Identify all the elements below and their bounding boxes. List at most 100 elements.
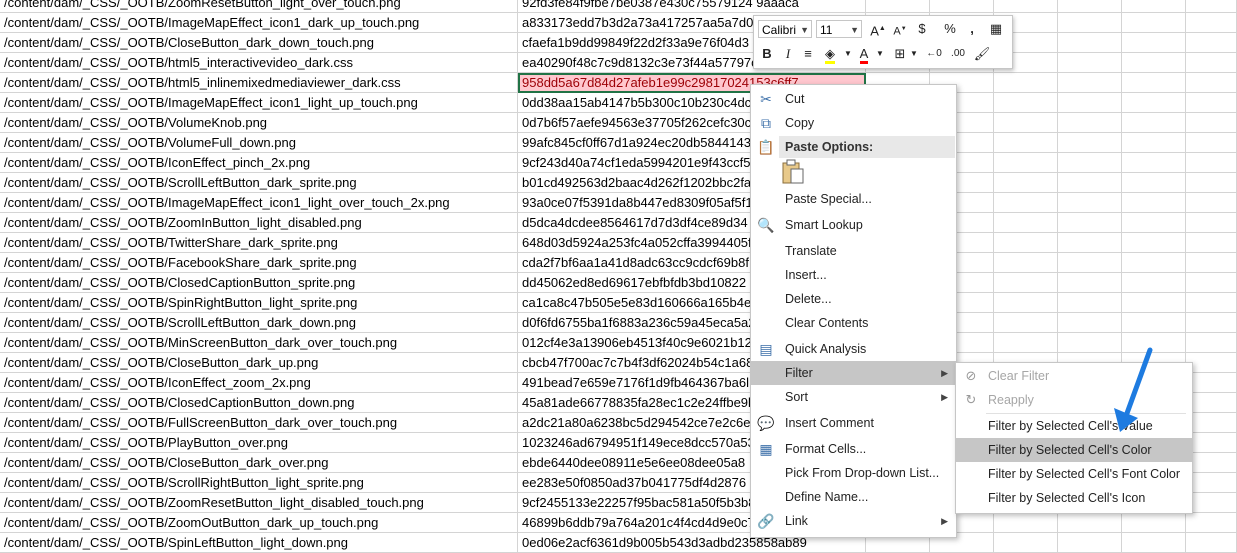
empty-cell[interactable]	[1122, 213, 1186, 233]
empty-cell[interactable]	[994, 513, 1058, 533]
empty-cell[interactable]	[994, 213, 1058, 233]
empty-cell[interactable]	[1122, 193, 1186, 213]
align-center-icon[interactable]: ≡	[798, 44, 818, 64]
path-cell[interactable]: /content/dam/_CSS/_OOTB/ImageMapEffect_i…	[0, 193, 518, 213]
fill-color-icon[interactable]: ◈	[820, 44, 840, 64]
empty-cell[interactable]	[994, 293, 1058, 313]
path-cell[interactable]: /content/dam/_CSS/_OOTB/html5_interactiv…	[0, 53, 518, 73]
empty-cell[interactable]	[994, 333, 1058, 353]
comma-style-icon[interactable]: ,	[962, 19, 982, 39]
empty-cell[interactable]	[994, 233, 1058, 253]
path-cell[interactable]: /content/dam/_CSS/_OOTB/ZoomResetButton_…	[0, 493, 518, 513]
path-cell[interactable]: /content/dam/_CSS/_OOTB/VolumeFull_down.…	[0, 133, 518, 153]
path-cell[interactable]: /content/dam/_CSS/_OOTB/MinScreenButton_…	[0, 333, 518, 353]
path-cell[interactable]: /content/dam/_CSS/_OOTB/ScrollLeftButton…	[0, 173, 518, 193]
empty-cell[interactable]	[1122, 253, 1186, 273]
empty-cell[interactable]	[994, 0, 1058, 13]
increase-font-icon[interactable]: A▲	[868, 19, 888, 39]
chevron-down-icon[interactable]: ▼	[800, 21, 809, 39]
empty-cell[interactable]	[1186, 333, 1237, 353]
menu-item-translate[interactable]: Translate	[751, 239, 956, 263]
menu-item-insert[interactable]: Insert...	[751, 263, 956, 287]
empty-cell[interactable]	[1122, 0, 1186, 13]
empty-cell[interactable]	[1122, 233, 1186, 253]
path-cell[interactable]: /content/dam/_CSS/_OOTB/IconEffect_pinch…	[0, 153, 518, 173]
menu-item-pick-dropdown[interactable]: Pick From Drop-down List...	[751, 461, 956, 485]
empty-cell[interactable]	[1058, 213, 1122, 233]
currency-format-icon[interactable]: $	[912, 19, 932, 39]
empty-cell[interactable]	[1122, 33, 1186, 53]
empty-cell[interactable]	[1186, 493, 1237, 513]
path-cell[interactable]: /content/dam/_CSS/_OOTB/FacebookShare_da…	[0, 253, 518, 273]
empty-cell[interactable]	[1122, 513, 1186, 533]
percent-format-icon[interactable]: %	[940, 19, 960, 39]
path-cell[interactable]: /content/dam/_CSS/_OOTB/TwitterShare_dar…	[0, 233, 518, 253]
menu-item-copy[interactable]: ⧉ Copy	[751, 111, 956, 135]
path-cell[interactable]: /content/dam/_CSS/_OOTB/IconEffect_zoom_…	[0, 373, 518, 393]
path-cell[interactable]: /content/dam/_CSS/_OOTB/FullScreenButton…	[0, 413, 518, 433]
empty-cell[interactable]	[1058, 93, 1122, 113]
menu-item-quick-analysis[interactable]: ▤ Quick Analysis	[751, 337, 956, 361]
path-cell[interactable]: /content/dam/_CSS/_OOTB/ClosedCaptionBut…	[0, 273, 518, 293]
empty-cell[interactable]	[1186, 313, 1237, 333]
path-cell[interactable]: /content/dam/_CSS/_OOTB/ZoomOutButton_da…	[0, 513, 518, 533]
empty-cell[interactable]	[1186, 393, 1237, 413]
font-size-box[interactable]: 11 ▼	[816, 20, 862, 38]
empty-cell[interactable]	[1122, 133, 1186, 153]
empty-cell[interactable]	[994, 273, 1058, 293]
empty-cell[interactable]	[1186, 133, 1237, 153]
empty-cell[interactable]	[1058, 233, 1122, 253]
empty-cell[interactable]	[1122, 533, 1186, 553]
empty-cell[interactable]	[994, 133, 1058, 153]
empty-cell[interactable]	[1058, 73, 1122, 93]
empty-cell[interactable]	[1186, 473, 1237, 493]
empty-cell[interactable]	[1058, 513, 1122, 533]
empty-cell[interactable]	[994, 253, 1058, 273]
empty-cell[interactable]	[994, 113, 1058, 133]
menu-item-insert-comment[interactable]: 💬 Insert Comment	[751, 411, 956, 435]
empty-cell[interactable]	[1122, 273, 1186, 293]
font-name-box[interactable]: Calibri ▼	[758, 20, 812, 38]
bold-button[interactable]: B	[757, 44, 777, 64]
format-painter-icon[interactable]: 🖌	[972, 44, 992, 64]
menu-item-delete[interactable]: Delete...	[751, 287, 956, 311]
empty-cell[interactable]	[994, 173, 1058, 193]
path-cell[interactable]: /content/dam/_CSS/_OOTB/ImageMapEffect_i…	[0, 93, 518, 113]
empty-cell[interactable]	[1186, 13, 1237, 33]
menu-item-sort[interactable]: Sort ▶	[751, 385, 956, 409]
paste-clipboard-icon[interactable]	[781, 159, 805, 185]
empty-cell[interactable]	[1186, 373, 1237, 393]
path-cell[interactable]: /content/dam/_CSS/_OOTB/ClosedCaptionBut…	[0, 393, 518, 413]
empty-cell[interactable]	[1122, 73, 1186, 93]
chevron-down-icon[interactable]: ▼	[904, 44, 924, 64]
empty-cell[interactable]	[1058, 293, 1122, 313]
empty-cell[interactable]	[1186, 93, 1237, 113]
empty-cell[interactable]	[1186, 213, 1237, 233]
empty-cell[interactable]	[994, 533, 1058, 553]
empty-cell[interactable]	[1186, 253, 1237, 273]
submenu-filter-by-icon[interactable]: Filter by Selected Cell's Icon	[956, 486, 1192, 510]
empty-cell[interactable]	[1058, 13, 1122, 33]
empty-cell[interactable]	[1058, 533, 1122, 553]
empty-cell[interactable]	[1186, 533, 1237, 553]
empty-cell[interactable]	[994, 153, 1058, 173]
empty-cell[interactable]	[1186, 293, 1237, 313]
path-cell[interactable]: /content/dam/_CSS/_OOTB/CloseButton_dark…	[0, 33, 518, 53]
increase-decimal-icon[interactable]: ←0	[924, 44, 944, 64]
empty-cell[interactable]	[1186, 453, 1237, 473]
empty-cell[interactable]	[1186, 73, 1237, 93]
empty-cell[interactable]	[1186, 173, 1237, 193]
hash-cell[interactable]: 92fd3fe84f9fbe7be0387e430c75579124 9aaac…	[518, 0, 866, 13]
empty-cell[interactable]	[1122, 293, 1186, 313]
empty-cell[interactable]	[1186, 193, 1237, 213]
path-cell[interactable]: /content/dam/_CSS/_OOTB/SpinRightButton_…	[0, 293, 518, 313]
empty-cell[interactable]	[1186, 233, 1237, 253]
path-cell[interactable]: /content/dam/_CSS/_OOTB/PlayButton_over.…	[0, 433, 518, 453]
empty-cell[interactable]	[994, 193, 1058, 213]
empty-cell[interactable]	[1058, 313, 1122, 333]
submenu-filter-by-color[interactable]: Filter by Selected Cell's Color	[956, 438, 1192, 462]
empty-cell[interactable]	[1122, 173, 1186, 193]
empty-cell[interactable]	[1186, 513, 1237, 533]
empty-cell[interactable]	[1058, 133, 1122, 153]
menu-item-cut[interactable]: ✂ Cut	[751, 87, 956, 111]
